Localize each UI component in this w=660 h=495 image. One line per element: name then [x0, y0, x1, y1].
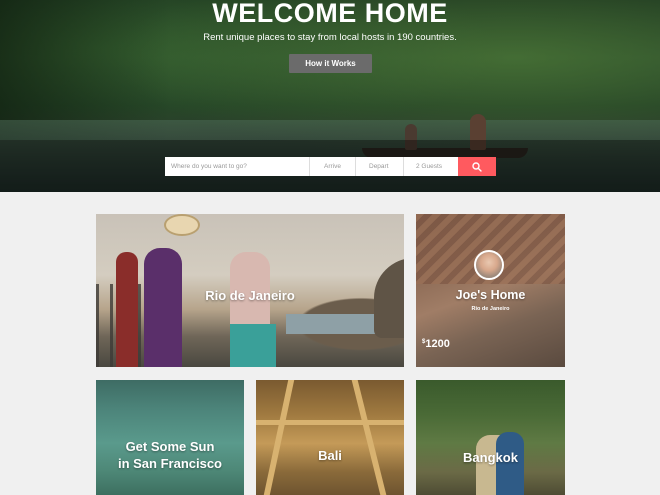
search-icon	[472, 162, 482, 172]
hero-banner: WELCOME HOME Rent unique places to stay …	[0, 0, 660, 192]
card-title: Joe's Home	[455, 288, 526, 302]
card-title: Rio de Janeiro	[205, 288, 295, 303]
listing-price: $1200	[422, 338, 450, 350]
hero-title: WELCOME HOME	[212, 0, 448, 28]
card-title: Get Some Sun in San Francisco	[96, 438, 244, 472]
search-bar: Where do you want to go? Arrive Depart 2…	[165, 157, 496, 176]
hero-subtitle: Rent unique places to stay from local ho…	[203, 32, 457, 43]
destination-card-rio[interactable]: Rio de Janeiro	[96, 214, 404, 367]
card-title: Bangkok	[463, 450, 518, 465]
destination-card-bali[interactable]: Bali	[256, 380, 404, 495]
depart-date-input[interactable]: Depart	[356, 157, 404, 176]
guests-select[interactable]: 2 Guests	[404, 157, 458, 176]
destination-input[interactable]: Where do you want to go?	[165, 157, 310, 176]
search-button[interactable]	[458, 157, 496, 176]
card-photo	[263, 380, 295, 495]
card-photo	[164, 214, 200, 236]
listing-card-joes-home[interactable]: Joe's Home Rio de Janeiro $1200	[416, 214, 565, 367]
destination-card-bangkok[interactable]: Bangkok	[416, 380, 565, 495]
arrive-date-input[interactable]: Arrive	[310, 157, 356, 176]
card-title: Bali	[318, 448, 342, 463]
how-it-works-button[interactable]: How it Works	[289, 54, 372, 73]
card-photo	[351, 380, 387, 495]
host-avatar[interactable]	[474, 250, 504, 280]
card-photo	[230, 324, 276, 367]
price-value: 1200	[425, 338, 450, 350]
card-title-line: in San Francisco	[117, 456, 223, 471]
card-subtitle: Rio de Janeiro	[471, 306, 510, 312]
card-photo	[144, 248, 182, 367]
card-photo	[116, 252, 138, 367]
card-title-line: Get Some Sun	[125, 439, 215, 454]
card-photo	[256, 420, 404, 425]
destination-card-san-francisco[interactable]: Get Some Sun in San Francisco	[96, 380, 244, 495]
